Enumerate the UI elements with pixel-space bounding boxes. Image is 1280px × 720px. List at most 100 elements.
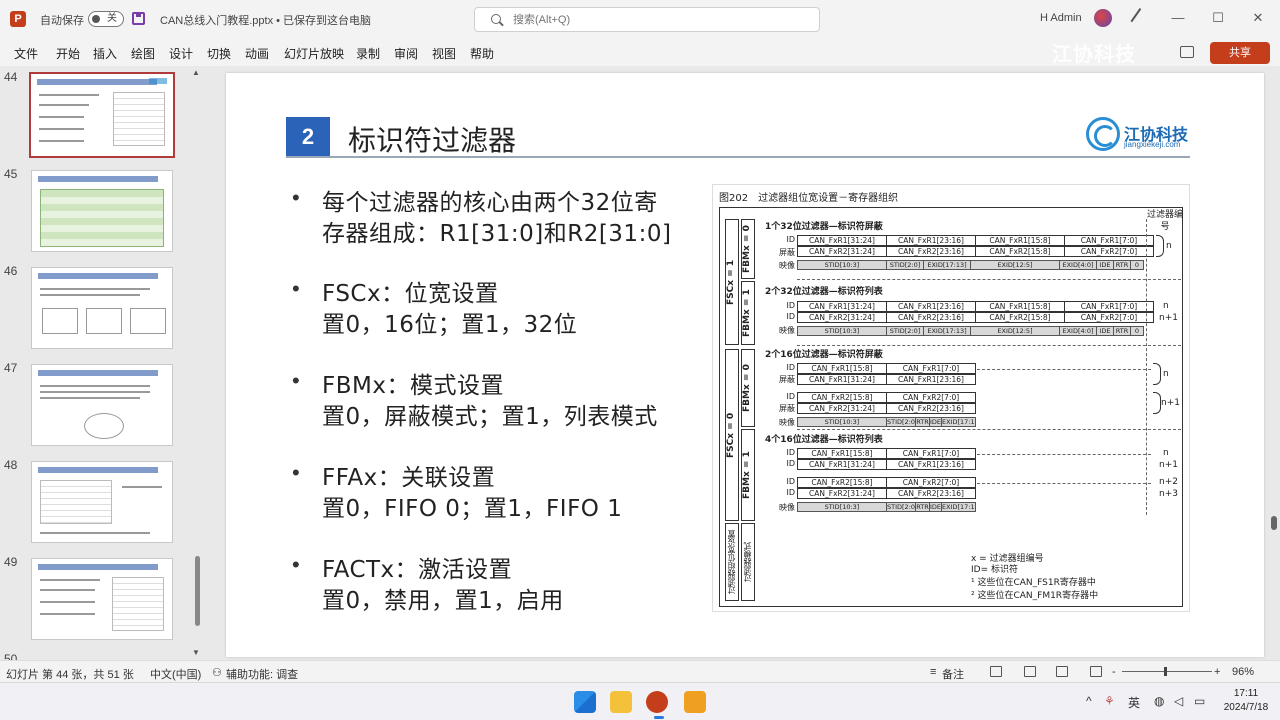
document-title[interactable]: CAN总线入门教程.pptx • 已保存到这台电脑 xyxy=(160,12,371,28)
comments-icon[interactable] xyxy=(1180,46,1194,58)
map-cell: RTR xyxy=(915,417,930,427)
bullet-text[interactable]: FACTx：激活设置 xyxy=(322,550,512,584)
tab-help[interactable]: 帮助 xyxy=(470,45,494,62)
zoom-slider-handle[interactable] xyxy=(1164,667,1167,676)
bullet-text[interactable]: FFAx：关联设置 xyxy=(322,458,495,492)
minimize-icon[interactable]: — xyxy=(1170,10,1186,26)
slide-thumbnail-48[interactable] xyxy=(31,461,173,543)
row-label-id: ID xyxy=(786,459,795,468)
network-icon[interactable]: ◍ xyxy=(1154,694,1164,708)
scroll-down-icon[interactable]: ▼ xyxy=(192,648,200,657)
tab-record[interactable]: 录制 xyxy=(356,45,380,62)
tray-chevron-icon[interactable]: ^ xyxy=(1086,694,1092,708)
search-box[interactable] xyxy=(474,7,820,32)
filter-number: n+2 xyxy=(1159,477,1178,487)
tab-slideshow[interactable]: 幻灯片放映 xyxy=(284,45,344,62)
tab-design[interactable]: 设计 xyxy=(169,45,193,62)
powerpoint-taskbar-icon[interactable] xyxy=(646,691,668,713)
bullet-text[interactable]: 置0，FIFO 0；置1，FIFO 1 xyxy=(322,489,622,523)
slide-thumbnail-47[interactable] xyxy=(31,364,173,446)
tab-animations[interactable]: 动画 xyxy=(245,45,269,62)
tab-transitions[interactable]: 切换 xyxy=(207,45,231,62)
reg-cell: CAN_FxR1[7:0] xyxy=(1064,235,1154,246)
slide-counter: 幻灯片 第 44 张，共 51 张 xyxy=(6,669,134,681)
reg-cell: CAN_FxR2[15:8] xyxy=(975,312,1065,323)
section-title: 1个32位过滤器—标识符屏蔽 xyxy=(765,222,883,232)
slide-thumbnail-45[interactable] xyxy=(31,170,173,252)
reading-view-icon[interactable] xyxy=(1056,666,1068,677)
notes-button[interactable]: 备注 xyxy=(942,666,964,682)
scrollbar-thumb[interactable] xyxy=(1271,516,1277,530)
row-label-id: ID xyxy=(786,235,795,244)
slide-canvas[interactable]: 2 标识符过滤器 江协科技 jiangxiekeji.com • 每个过滤器的核… xyxy=(226,73,1264,657)
accessibility-status[interactable]: 辅助功能: 调查 xyxy=(226,666,298,682)
map-cell: STID[10:3] xyxy=(797,417,887,427)
share-button[interactable]: 共享 xyxy=(1210,42,1270,64)
slide-thumbnail-49[interactable] xyxy=(31,558,173,640)
reg-cell: CAN_FxR2[15:8] xyxy=(975,246,1065,257)
thumb-number: 48 xyxy=(4,458,18,472)
slide-thumbnail-44[interactable] xyxy=(29,72,175,158)
scroll-up-icon[interactable]: ▲ xyxy=(192,68,200,77)
slide-title[interactable]: 标识符过滤器 xyxy=(348,119,516,159)
pen-icon[interactable] xyxy=(1130,8,1150,28)
zoom-slider[interactable] xyxy=(1122,671,1212,672)
reg-cell: CAN_FxR1[7:0] xyxy=(1064,301,1154,312)
normal-view-icon[interactable] xyxy=(990,666,1002,677)
language-indicator[interactable]: 中文(中国) xyxy=(150,666,201,682)
bullet-text[interactable]: FBMx：模式设置 xyxy=(322,366,504,400)
bullet-text[interactable]: 每个过滤器的核心由两个32位寄 xyxy=(322,183,658,217)
tab-view[interactable]: 视图 xyxy=(432,45,456,62)
reg-cell: CAN_FxR1[23:16] xyxy=(886,459,976,470)
section-title: 2个32位过滤器—标识符列表 xyxy=(765,287,883,297)
tab-insert[interactable]: 插入 xyxy=(93,45,117,62)
autosave-toggle[interactable]: 关 xyxy=(88,11,124,27)
user-name[interactable]: H Admin xyxy=(1040,12,1082,24)
row-label-map: 映像 xyxy=(779,418,795,427)
slide-thumbnail-46[interactable] xyxy=(31,267,173,349)
tab-review[interactable]: 审阅 xyxy=(394,45,418,62)
bullet-text[interactable]: 存器组成：R1[31:0]和R2[31:0] xyxy=(322,214,671,248)
bullet-text[interactable]: 置0，16位；置1，32位 xyxy=(322,305,577,339)
map-cell: EXID[4:0] xyxy=(1059,326,1097,336)
zoom-out-button[interactable]: - xyxy=(1112,666,1116,678)
file-explorer-icon[interactable] xyxy=(610,691,632,713)
system-clock[interactable]: 17:11 2024/7/18 xyxy=(1218,687,1274,715)
zoom-in-button[interactable]: + xyxy=(1214,666,1220,678)
figure-caption: 图202 过滤器组位宽设置－寄存器组织 xyxy=(719,193,899,204)
search-input[interactable] xyxy=(513,11,803,29)
bullet-text[interactable]: 置0，禁用，置1，启用 xyxy=(322,581,564,615)
bullet-icon: • xyxy=(292,460,300,485)
tray-app-icon[interactable]: ⚘ xyxy=(1104,694,1115,708)
avatar[interactable] xyxy=(1094,9,1112,27)
tab-draw[interactable]: 绘图 xyxy=(131,45,155,62)
slide-scrollbar[interactable] xyxy=(1268,66,1280,660)
map-cell: RTR xyxy=(915,502,930,512)
slideshow-icon[interactable] xyxy=(1090,666,1102,677)
bullet-text[interactable]: 置0，屏蔽模式；置1，列表模式 xyxy=(322,397,658,431)
reg-cell: CAN_FxR2[7:0] xyxy=(1064,246,1154,257)
section-title: 2个16位过滤器—标识符屏蔽 xyxy=(765,350,883,360)
save-icon[interactable] xyxy=(132,12,145,25)
map-cell: RTR xyxy=(1113,260,1131,270)
reg-cell: CAN_FxR1[7:0] xyxy=(886,363,976,374)
zoom-level[interactable]: 96% xyxy=(1232,666,1254,678)
ime-indicator[interactable]: 英 xyxy=(1128,694,1140,711)
maximize-icon[interactable]: ☐ xyxy=(1210,10,1226,26)
bullet-text[interactable]: FSCx：位宽设置 xyxy=(322,274,499,308)
legend-item: ¹ 这些位在CAN_FS1R寄存器中 xyxy=(971,578,1096,588)
tab-home[interactable]: 开始 xyxy=(56,45,80,62)
volume-icon[interactable]: ◁ xyxy=(1174,694,1183,708)
thumbnail-scrollbar[interactable] xyxy=(195,556,200,626)
row-label-mask: 屏蔽 xyxy=(779,404,795,413)
start-icon[interactable] xyxy=(574,691,596,713)
app-taskbar-icon[interactable] xyxy=(684,691,706,713)
reg-cell: CAN_FxR2[7:0] xyxy=(886,392,976,403)
register-diagram-image[interactable]: 图202 过滤器组位宽设置－寄存器组织 过滤器编号 FSCx = 1 FBMx … xyxy=(712,184,1190,612)
filter-number: n+1 xyxy=(1161,398,1180,408)
map-cell: IDE xyxy=(1096,260,1114,270)
battery-icon[interactable]: ▭ xyxy=(1194,694,1205,708)
tab-file[interactable]: 文件 xyxy=(14,45,38,62)
slide-sorter-icon[interactable] xyxy=(1024,666,1036,677)
close-icon[interactable]: ✕ xyxy=(1250,10,1266,26)
